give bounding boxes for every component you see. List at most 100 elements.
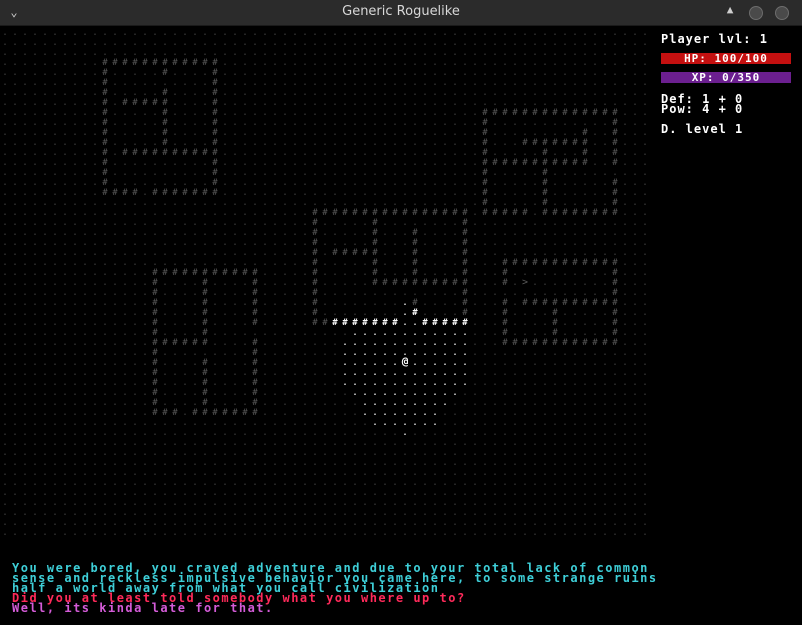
wall-tile: #: [152, 308, 158, 318]
floor-tile: .: [172, 177, 178, 188]
floor-tile: .: [492, 527, 498, 536]
floor-tile: .: [562, 247, 568, 258]
shade-window-icon[interactable]: ▲: [722, 3, 738, 19]
wall-tile: #: [482, 128, 488, 138]
floor-tile: .: [522, 527, 528, 536]
floor-tile: .: [612, 97, 618, 108]
wall-tile: #: [152, 368, 158, 378]
floor-tile: .: [202, 137, 208, 148]
wall-tile: #: [212, 98, 218, 108]
floor-tile: .: [42, 527, 48, 536]
wall-tile: #: [202, 328, 208, 338]
wall-tile: #: [372, 208, 378, 218]
floor-tile: .: [152, 527, 158, 536]
floor-tile: .: [152, 87, 158, 98]
floor-tile: .: [172, 137, 178, 148]
floor-tile: .: [592, 327, 598, 338]
floor-tile: .: [192, 137, 198, 148]
floor-tile: .: [402, 267, 408, 278]
floor-tile: .: [192, 327, 198, 338]
power-stat: Pow: 4 + 0: [661, 102, 744, 116]
floor-tile: .: [152, 47, 158, 58]
wall-tile: #: [542, 188, 548, 198]
floor-tile: .: [502, 527, 508, 536]
wall-tile: #: [252, 388, 258, 398]
floor-tile: .: [352, 307, 358, 318]
floor-tile: .: [612, 167, 618, 178]
floor-tile: .: [552, 287, 558, 298]
wall-tile: #: [412, 228, 418, 238]
floor-tile: .: [122, 87, 128, 98]
floor-tile: .: [12, 527, 18, 536]
floor-tile: .: [562, 287, 568, 298]
wall-tile: #: [612, 188, 618, 198]
wall-tile: #: [412, 238, 418, 248]
floor-tile: .: [572, 147, 578, 158]
wall-tile: #: [412, 268, 418, 278]
wall-tile: #: [102, 158, 108, 168]
floor-tile: .: [332, 307, 338, 318]
wall-tile: #: [162, 138, 168, 148]
wall-tile: #: [462, 208, 468, 218]
floor-tile: .: [512, 327, 518, 338]
floor-tile: .: [512, 527, 518, 536]
floor-tile: .: [322, 197, 328, 208]
floor-tile: .: [512, 97, 518, 108]
floor-tile: .: [222, 527, 228, 536]
minimize-button[interactable]: [749, 6, 763, 20]
wall-tile: #: [542, 138, 548, 148]
wall-tile: #: [252, 338, 258, 348]
floor-tile: .: [182, 177, 188, 188]
wall-tile: #: [542, 198, 548, 208]
window-title: Generic Roguelike: [342, 4, 460, 19]
wall-tile: #: [252, 268, 258, 278]
wall-tile: #: [502, 308, 508, 318]
floor-tile: .: [532, 247, 538, 258]
wall-tile: #: [252, 288, 258, 298]
floor-tile: .: [202, 47, 208, 58]
floor-tile: .: [572, 247, 578, 258]
wall-tile: #: [462, 228, 468, 238]
wall-tile: #: [202, 388, 208, 398]
floor-tile: .: [142, 137, 148, 148]
window-titlebar: ⌄ Generic Roguelike ▲: [0, 0, 802, 26]
wall-tile: #: [202, 398, 208, 408]
wall-tile: #: [102, 58, 108, 68]
wall-tile: #: [612, 288, 618, 298]
floor-tile: .: [362, 527, 368, 536]
floor-tile: .: [382, 527, 388, 536]
wall-tile: #: [312, 278, 318, 288]
floor-tile: .: [542, 527, 548, 536]
floor-tile: .: [582, 527, 588, 536]
floor-tile: .: [132, 177, 138, 188]
wall-tile: #: [152, 298, 158, 308]
wall-tile: #: [582, 148, 588, 158]
wall-tile: #: [552, 318, 558, 328]
wall-tile: #: [102, 78, 108, 88]
floor-tile: .: [432, 197, 438, 208]
floor-tile: .: [382, 197, 388, 208]
floor-tile: .: [212, 257, 218, 268]
floor-tile: .: [542, 287, 548, 298]
floor-tile: .: [552, 147, 558, 158]
wall-tile: #: [482, 148, 488, 158]
floor-tile: .: [532, 127, 538, 138]
wall-tile: #: [482, 108, 488, 118]
floor-tile: .: [462, 527, 468, 536]
floor-tile: .: [312, 527, 318, 536]
wall-tile: #: [162, 128, 168, 138]
wall-tile: #: [102, 88, 108, 98]
floor-tile: .: [162, 397, 168, 408]
floor-tile: .: [342, 197, 348, 208]
floor-tile: .: [422, 527, 428, 536]
wall-tile: #: [202, 268, 208, 278]
dungeon-map[interactable]: ........................................…: [0, 26, 650, 536]
floor-tile: .: [532, 327, 538, 338]
wall-tile: #: [152, 338, 158, 348]
floor-tile: .: [382, 307, 388, 318]
wall-tile: #: [372, 238, 378, 248]
floor-tile: .: [502, 197, 508, 208]
close-button[interactable]: [775, 6, 789, 20]
wall-tile: #: [162, 98, 168, 108]
wall-tile: #: [312, 288, 318, 298]
